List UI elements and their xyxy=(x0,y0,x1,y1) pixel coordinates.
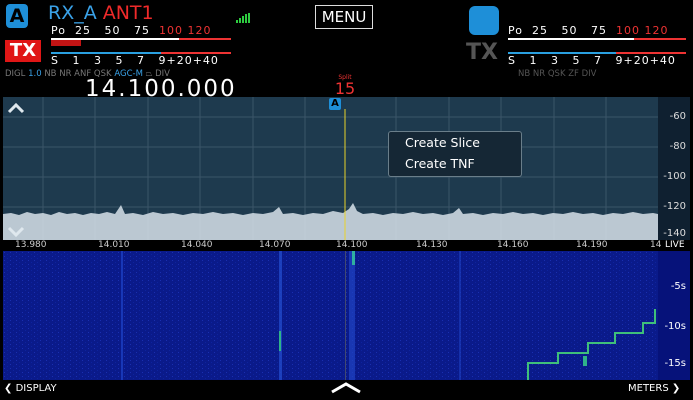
frequency-axis[interactable]: 13.980 14.010 14.040 14.070 14.100 14.13… xyxy=(3,240,690,251)
freq-tick: 13.980 xyxy=(15,240,47,250)
db-label: -120 xyxy=(663,201,686,212)
bottom-bar: ❮ DISPLAY METERS ❯ xyxy=(0,380,693,400)
time-label: -5s xyxy=(670,281,686,292)
create-tnf-item[interactable]: Create TNF xyxy=(405,156,475,171)
mode-value: 1.0 xyxy=(28,69,42,79)
split-value: 15 xyxy=(334,79,356,98)
collapse-up-arrow[interactable] xyxy=(7,99,25,118)
s-meter-labels: S 1 3 5 7 9+20+40 xyxy=(51,54,219,67)
chevron-right-icon: ❯ xyxy=(671,383,681,394)
freq-tick: 14 xyxy=(650,240,662,250)
meters-label: METERS xyxy=(628,383,669,394)
rx-title[interactable]: RX_A ANT1 xyxy=(48,2,154,24)
freq-tick: 14.070 xyxy=(259,240,291,250)
tx-label-right[interactable]: TX xyxy=(466,40,498,65)
s-meter-labels-right: S 1 3 5 7 9+20+40 xyxy=(508,54,676,67)
create-slice-item[interactable]: Create Slice xyxy=(405,135,480,150)
meters-button[interactable]: METERS ❯ xyxy=(628,383,680,394)
expand-up-button[interactable] xyxy=(328,380,364,397)
power-meter-bar xyxy=(51,38,231,46)
collapse-down-arrow[interactable] xyxy=(7,223,25,240)
power-meter-labels: Po 25 50 75 100 120 xyxy=(51,24,212,37)
freq-tick: 14.160 xyxy=(497,240,529,250)
display-label: DISPLAY xyxy=(15,383,57,394)
time-label: -10s xyxy=(664,321,686,332)
chevron-left-icon: ❮ xyxy=(4,383,13,394)
db-scale[interactable]: -60 -80 -100 -120 -140 xyxy=(658,97,690,240)
slice-b-badge[interactable] xyxy=(469,6,499,35)
db-label: -140 xyxy=(663,228,686,239)
tx-badge[interactable]: TX xyxy=(5,40,41,62)
context-menu: Create Slice Create TNF xyxy=(388,131,522,177)
signal-strength-icon xyxy=(236,8,250,27)
power-meter-bar-right xyxy=(508,38,686,46)
waterfall-graph xyxy=(3,251,658,380)
db-label: -60 xyxy=(669,111,686,122)
menu-button[interactable]: MENU xyxy=(315,5,373,29)
freq-tick: 14.190 xyxy=(576,240,608,250)
db-label: -80 xyxy=(669,141,686,152)
split-marker: Split 15 xyxy=(330,74,360,97)
freq-tick: 14.100 xyxy=(336,240,368,250)
antenna-label[interactable]: ANT1 xyxy=(103,2,154,24)
live-label: LIVE xyxy=(665,240,685,250)
slice-a-badge[interactable]: A xyxy=(6,4,28,28)
freq-tick: 14.130 xyxy=(416,240,448,250)
db-label: -100 xyxy=(663,171,686,182)
time-label: -15s xyxy=(664,358,686,369)
waterfall[interactable] xyxy=(3,251,658,380)
display-button[interactable]: ❮ DISPLAY xyxy=(4,383,57,394)
freq-tick: 14.040 xyxy=(181,240,213,250)
panadapter-graph xyxy=(3,97,658,240)
slice-b-flags: NB NR QSK ZF DIV xyxy=(518,69,597,79)
slice-a-marker[interactable]: A xyxy=(329,98,341,110)
time-scale[interactable]: -5s -10s -15s xyxy=(658,251,690,380)
mode-label[interactable]: DIGL xyxy=(5,69,25,79)
power-meter-labels-right: Po 25 50 75 100 120 xyxy=(508,24,669,37)
panadapter[interactable]: A xyxy=(3,97,658,240)
chevron-up-icon xyxy=(331,382,361,394)
freq-tick: 14.010 xyxy=(98,240,130,250)
rx-name: RX_A xyxy=(48,2,97,24)
